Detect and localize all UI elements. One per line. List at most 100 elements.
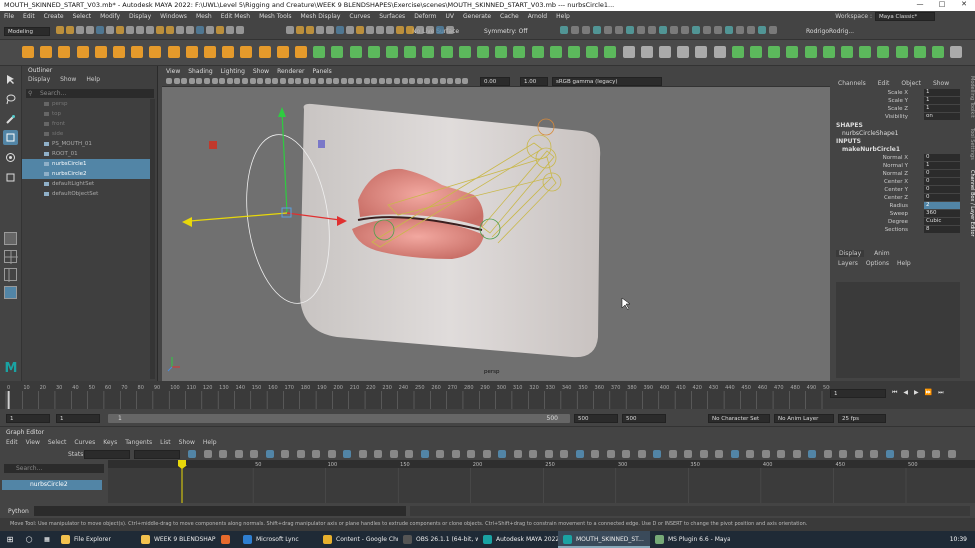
shelf-tool-icon[interactable]: [440, 46, 453, 58]
graph-tool-icon[interactable]: [854, 450, 863, 458]
taskbar-item[interactable]: OBS 26.1.1 (64-bit, wi...: [398, 531, 478, 548]
status-tool-icon[interactable]: [156, 26, 164, 34]
channel-value[interactable]: 1: [924, 105, 960, 112]
viewport-tool-icon[interactable]: [166, 78, 172, 84]
menu-windows[interactable]: Windows: [160, 13, 187, 20]
gamma-field[interactable]: 1.00: [520, 77, 548, 86]
shelf-tool-icon[interactable]: [76, 46, 89, 58]
shelf-tool-icon[interactable]: [804, 46, 817, 58]
viewport-menu-lighting[interactable]: Lighting: [221, 68, 245, 75]
layer-menu-layers[interactable]: Layers: [838, 260, 858, 267]
shelf-tool-icon[interactable]: [240, 46, 253, 58]
shelf-tool-icon[interactable]: [222, 46, 235, 58]
start-frame-field[interactable]: 1: [6, 414, 50, 423]
graph-tool-icon[interactable]: [870, 450, 878, 458]
side-tab-channel-box[interactable]: Channel Box / Layer Editor: [965, 170, 975, 237]
shelf-tool-icon[interactable]: [185, 46, 198, 58]
select-tool-icon[interactable]: [5, 74, 16, 85]
status-tool-icon[interactable]: [296, 26, 304, 34]
shelf-tool-icon[interactable]: [422, 46, 435, 58]
stats-field-2[interactable]: [134, 450, 180, 459]
graph-tool-icon[interactable]: [637, 450, 646, 458]
outliner-search-field[interactable]: ⚲ Search...: [26, 89, 154, 98]
shelf-tool-icon[interactable]: [94, 46, 107, 58]
viewport-tool-icon[interactable]: [432, 78, 438, 84]
graph-tool-icon[interactable]: [901, 450, 909, 458]
viewport-tool-icon[interactable]: [394, 78, 400, 84]
playback-start-field[interactable]: 1: [56, 414, 100, 423]
graph-tool-icon[interactable]: [405, 450, 413, 458]
viewport-tool-icon[interactable]: [287, 78, 294, 84]
render-tool-icon[interactable]: [615, 26, 623, 34]
time-slider-ruler[interactable]: 0 10 20 30 40 50 60 70 80 90 100 110 120 130 140 150 160…: [0, 381, 830, 409]
four-view-icon[interactable]: [4, 250, 18, 264]
outliner-menu-display[interactable]: Display: [28, 76, 50, 83]
layer-menu-options[interactable]: Options: [866, 260, 889, 267]
paint-select-icon[interactable]: [5, 114, 16, 125]
channel-row[interactable]: Normal Z 0: [832, 170, 962, 178]
viewport-tool-icon[interactable]: [333, 78, 340, 84]
shelf-tool-icon[interactable]: [750, 46, 762, 58]
outliner-item[interactable]: nurbsCircle2: [22, 169, 150, 179]
shelf-tool-icon[interactable]: [367, 46, 380, 58]
graph-tool-icon[interactable]: [420, 450, 429, 458]
render-tool-icon[interactable]: [637, 26, 645, 34]
viewport-tool-icon[interactable]: [401, 78, 408, 84]
graph-tool-icon[interactable]: [389, 450, 398, 458]
status-tool-icon[interactable]: [196, 26, 204, 34]
status-tool-icon[interactable]: [56, 26, 64, 34]
status-tool-icon[interactable]: [226, 26, 234, 34]
shelf-tool-icon[interactable]: [677, 46, 690, 58]
viewport-tool-icon[interactable]: [378, 78, 385, 84]
range-slider[interactable]: 1 500: [108, 414, 570, 423]
render-tool-icon[interactable]: [604, 26, 612, 34]
graph-menu-select[interactable]: Select: [48, 439, 67, 446]
graph-tool-icon[interactable]: [823, 450, 832, 458]
graph-tool-icon[interactable]: [715, 450, 723, 458]
status-tool-icon[interactable]: [356, 26, 364, 34]
viewport-tool-icon[interactable]: [318, 78, 324, 84]
channel-value[interactable]: 1: [924, 89, 960, 96]
viewport-tool-icon[interactable]: [447, 78, 454, 84]
shelf-tool-icon[interactable]: [786, 46, 799, 58]
status-tool-icon[interactable]: [416, 26, 424, 34]
outliner-menu-show[interactable]: Show: [60, 76, 76, 83]
graph-tool-icon[interactable]: [343, 450, 351, 458]
graph-menu-list[interactable]: List: [160, 439, 171, 446]
render-tool-icon[interactable]: [582, 26, 590, 34]
shelf-tool-icon[interactable]: [695, 46, 708, 58]
viewport-tool-icon[interactable]: [242, 78, 248, 84]
move-tool-icon[interactable]: [3, 130, 18, 145]
menu-deform[interactable]: Deform: [414, 13, 436, 20]
viewport-menu-shading[interactable]: Shading: [188, 68, 212, 75]
graph-tool-icon[interactable]: [482, 450, 491, 458]
graph-tool-icon[interactable]: [761, 450, 770, 458]
status-tool-icon[interactable]: [306, 26, 314, 34]
colorspace-dropdown[interactable]: sRGB gamma (legacy): [552, 77, 662, 86]
graph-tool-icon[interactable]: [312, 450, 320, 458]
layer-list[interactable]: [836, 282, 960, 378]
viewport-tool-icon[interactable]: [386, 78, 393, 84]
viewport-tool-icon[interactable]: [310, 78, 317, 84]
shelf-tool-icon[interactable]: [549, 46, 562, 58]
tab-display[interactable]: Display: [836, 250, 865, 257]
render-tool-icon[interactable]: [560, 26, 568, 34]
graph-tool-icon[interactable]: [281, 450, 289, 458]
channel-value[interactable]: Cubic: [924, 218, 960, 225]
viewport-tool-icon[interactable]: [454, 78, 461, 84]
graph-tool-icon[interactable]: [560, 450, 568, 458]
start-icon[interactable]: ⊞: [0, 535, 20, 544]
graph-tool-icon[interactable]: [668, 450, 677, 458]
status-tool-icon[interactable]: [186, 26, 194, 34]
shelf-tool-icon[interactable]: [295, 46, 307, 58]
render-tool-icon[interactable]: [714, 26, 722, 34]
channel-row[interactable]: Center X 0: [832, 178, 962, 186]
channel-value[interactable]: on: [924, 113, 960, 120]
channel-menu-show[interactable]: Show: [933, 80, 949, 87]
graph-tool-icon[interactable]: [467, 450, 475, 458]
viewport-scene[interactable]: [162, 87, 830, 381]
status-tool-icon[interactable]: [396, 26, 404, 34]
channel-value[interactable]: 0: [924, 170, 960, 177]
channel-row[interactable]: Sweep 360: [832, 210, 962, 218]
task-view-icon[interactable]: ▦: [38, 536, 56, 543]
